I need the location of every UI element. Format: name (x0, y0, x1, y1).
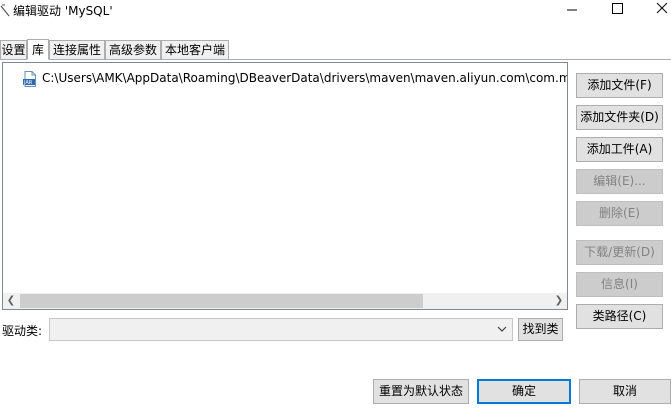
library-list[interactable]: JAR C:\Users\AMK\AppData\Roaming\DBeaver… (2, 62, 568, 310)
ok-button[interactable]: 确定 (477, 379, 571, 404)
scrollbar-thumb[interactable] (20, 294, 423, 308)
jar-file-icon: JAR (23, 71, 36, 87)
driver-class-combobox[interactable] (49, 318, 513, 341)
horizontal-scrollbar[interactable]: ❮ ❯ (3, 293, 567, 309)
tab-label: 本地客户端 (164, 43, 225, 57)
minimize-button[interactable] (549, 0, 595, 20)
tab-settings[interactable]: 设置 (0, 40, 27, 60)
maximize-icon (612, 3, 623, 14)
chevron-down-icon (497, 326, 507, 332)
class-path-button[interactable]: 类路径(C) (576, 304, 663, 329)
driver-class-label: 驱动类: (2, 324, 43, 338)
close-button[interactable] (640, 0, 671, 20)
download-update-button[interactable]: 下载/更新(D) (576, 240, 663, 265)
title-bar: 编辑驱动 'MySQL' (0, 0, 671, 24)
tab-label: 高级参数 (108, 43, 157, 57)
tab-libraries[interactable]: 库 (27, 39, 49, 60)
tab-label: 连接属性 (52, 43, 101, 57)
minimize-icon (567, 9, 577, 11)
edit-button[interactable]: 编辑(E)... (576, 169, 663, 194)
info-button[interactable]: 信息(I) (576, 272, 663, 297)
add-folder-button[interactable]: 添加文件夹(D) (576, 105, 663, 130)
app-icon (0, 4, 10, 17)
scroll-right-icon[interactable]: ❯ (551, 293, 567, 309)
scroll-left-icon[interactable]: ❮ (3, 293, 19, 309)
delete-button[interactable]: 删除(E) (576, 201, 663, 226)
tab-local-client[interactable]: 本地客户端 (161, 40, 229, 60)
library-path: C:\Users\AMK\AppData\Roaming\DBeaverData… (42, 71, 568, 85)
maximize-button[interactable] (594, 0, 640, 20)
add-file-button[interactable]: 添加文件(F) (576, 73, 663, 98)
reset-defaults-button[interactable]: 重置为默认状态 (373, 379, 469, 404)
tab-advanced-parameters[interactable]: 高级参数 (105, 40, 161, 60)
tab-label: 设置 (1, 43, 26, 57)
tab-label: 库 (31, 43, 44, 57)
cancel-button[interactable]: 取消 (579, 379, 671, 404)
close-icon (656, 2, 668, 14)
find-class-button[interactable]: 找到类 (518, 318, 563, 341)
tab-connection-properties[interactable]: 连接属性 (49, 40, 105, 60)
svg-text:JAR: JAR (23, 80, 33, 86)
add-artifact-button[interactable]: 添加工件(A) (576, 137, 663, 162)
window-title: 编辑驱动 'MySQL' (13, 4, 113, 18)
